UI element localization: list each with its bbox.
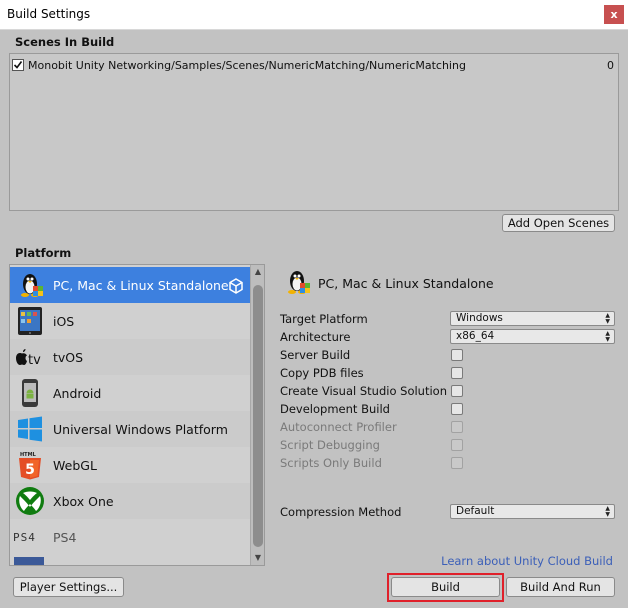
- development-build-label: Development Build: [280, 402, 390, 416]
- dropdown-arrow-icon: ▲ ▼: [605, 312, 610, 325]
- platform-scrollbar[interactable]: ▲ ▼: [250, 265, 264, 565]
- checkmark-icon: [13, 61, 23, 69]
- build-button[interactable]: Build: [391, 577, 500, 597]
- autoconnect-profiler-label: Autoconnect Profiler: [280, 420, 397, 434]
- tux-icon: [282, 267, 312, 300]
- scene-index: 0: [607, 58, 614, 72]
- platform-item-ps4[interactable]: PS4 PS4: [10, 519, 250, 555]
- platform-item-label: WebGL: [53, 457, 97, 473]
- compression-method-value: Default: [456, 505, 495, 517]
- selected-platform-header: PC, Mac & Linux Standalone: [282, 266, 494, 300]
- scroll-thumb[interactable]: [253, 285, 263, 547]
- android-phone-icon: [13, 377, 47, 409]
- architecture-dropdown[interactable]: x86_64 ▲ ▼: [450, 329, 615, 344]
- architecture-label: Architecture: [280, 330, 351, 344]
- cloud-build-link[interactable]: Learn about Unity Cloud Build: [441, 554, 613, 568]
- server-build-checkbox[interactable]: [451, 349, 463, 361]
- scripts-only-build-label: Scripts Only Build: [280, 456, 382, 470]
- platform-item-pc-mac-linux[interactable]: PC, Mac & Linux Standalone: [10, 267, 250, 303]
- dropdown-arrow-icon: ▲ ▼: [605, 330, 610, 343]
- tvos-logo-text: tv: [28, 353, 41, 367]
- platform-item-label: Android: [53, 385, 102, 401]
- platform-item-webgl[interactable]: HTML 5 WebGL: [10, 447, 250, 483]
- platform-header: Platform: [15, 246, 72, 260]
- scroll-down-icon[interactable]: ▼: [251, 552, 264, 564]
- add-open-scenes-button[interactable]: Add Open Scenes: [502, 214, 615, 232]
- script-debugging-label: Script Debugging: [280, 438, 380, 452]
- platform-item-label: iOS: [53, 313, 75, 329]
- target-platform-label: Target Platform: [280, 312, 368, 326]
- target-platform-value: Windows: [456, 312, 503, 324]
- player-settings-button[interactable]: Player Settings...: [13, 577, 124, 597]
- title-bar: Build Settings x: [0, 0, 628, 30]
- autoconnect-profiler-checkbox: [451, 421, 463, 433]
- development-build-checkbox[interactable]: [451, 403, 463, 415]
- scene-path: Monobit Unity Networking/Samples/Scenes/…: [28, 58, 466, 72]
- compression-method-label: Compression Method: [280, 505, 402, 519]
- scene-checkbox[interactable]: [12, 59, 24, 71]
- platform-item-uwp[interactable]: Universal Windows Platform: [10, 411, 250, 447]
- build-and-run-button[interactable]: Build And Run: [506, 577, 615, 597]
- scripts-only-build-checkbox: [451, 457, 463, 469]
- script-debugging-checkbox: [451, 439, 463, 451]
- apple-tv-icon: tv: [13, 341, 47, 373]
- windows-logo-icon: [13, 413, 47, 445]
- scenes-in-build-header: Scenes In Build: [15, 35, 115, 49]
- platform-item-label: PC, Mac & Linux Standalone: [53, 277, 229, 293]
- platform-item-label: Xbox One: [53, 493, 114, 509]
- platform-item-label: PS4: [53, 529, 77, 545]
- facebook-icon: [14, 557, 44, 565]
- ps4-logo-text: PS4: [13, 531, 36, 544]
- scenes-list[interactable]: Monobit Unity Networking/Samples/Scenes/…: [9, 53, 619, 211]
- window-title: Build Settings: [7, 7, 91, 21]
- html5-icon: HTML 5: [13, 449, 47, 481]
- scene-row[interactable]: Monobit Unity Networking/Samples/Scenes/…: [12, 57, 614, 73]
- platform-item-label: Universal Windows Platform: [53, 421, 228, 437]
- ipad-icon: [13, 305, 47, 337]
- architecture-value: x86_64: [456, 330, 495, 342]
- html5-logo-text: 5: [25, 462, 35, 478]
- tux-icon: [13, 269, 47, 301]
- ps4-logo-icon: PS4: [13, 521, 47, 553]
- platform-item-tvos[interactable]: tv tvOS: [10, 339, 250, 375]
- platform-list[interactable]: PC, Mac & Linux Standalone iOS tv tvOS A…: [9, 264, 265, 566]
- dropdown-arrow-icon: ▲ ▼: [605, 505, 610, 518]
- platform-item-label: tvOS: [53, 349, 84, 365]
- copy-pdb-label: Copy PDB files: [280, 366, 364, 380]
- create-vs-solution-checkbox[interactable]: [451, 385, 463, 397]
- unity-logo-icon: [228, 278, 244, 297]
- scroll-up-icon[interactable]: ▲: [251, 266, 264, 278]
- html-logo-text: HTML: [20, 452, 37, 458]
- platform-item-android[interactable]: Android: [10, 375, 250, 411]
- platform-item-xbox-one[interactable]: Xbox One: [10, 483, 250, 519]
- selected-platform-title: PC, Mac & Linux Standalone: [318, 275, 494, 291]
- copy-pdb-checkbox[interactable]: [451, 367, 463, 379]
- close-button[interactable]: x: [604, 5, 624, 24]
- xbox-logo-icon: [13, 485, 47, 517]
- create-vs-solution-label: Create Visual Studio Solution: [280, 384, 447, 398]
- target-platform-dropdown[interactable]: Windows ▲ ▼: [450, 311, 615, 326]
- platform-item-ios[interactable]: iOS: [10, 303, 250, 339]
- close-icon: x: [610, 8, 618, 21]
- server-build-label: Server Build: [280, 348, 351, 362]
- compression-method-dropdown[interactable]: Default ▲ ▼: [450, 504, 615, 519]
